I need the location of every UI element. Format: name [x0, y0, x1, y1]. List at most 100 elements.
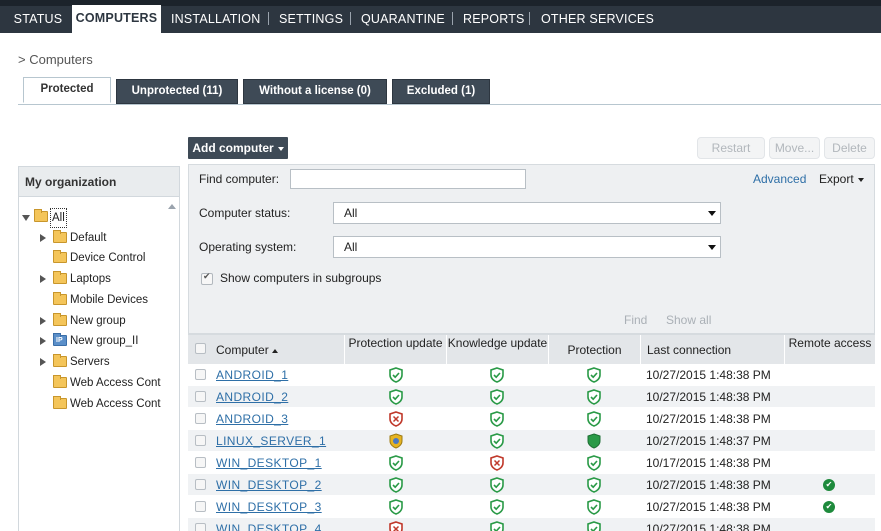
- table-row[interactable]: WIN_DESKTOP_1 10/17/2015 1:48:38 PM: [188, 452, 875, 474]
- tab-excluded[interactable]: Excluded (1): [392, 79, 490, 104]
- tree-item-new-group[interactable]: New group: [19, 312, 165, 330]
- expand-arrow-icon[interactable]: [40, 234, 46, 242]
- row-checkbox[interactable]: [195, 435, 206, 446]
- computer-name-link[interactable]: WIN_DESKTOP_2: [216, 478, 322, 492]
- table-row[interactable]: ANDROID_2 10/27/2015 1:48:38 PM: [188, 386, 875, 408]
- computer-name-link[interactable]: WIN_DESKTOP_4: [216, 522, 322, 531]
- shield-warning-icon: [389, 433, 403, 449]
- column-knowledge-update[interactable]: Knowledge update: [446, 335, 548, 365]
- column-protection-update[interactable]: Protection update: [344, 335, 446, 365]
- tree-item-default[interactable]: Default: [19, 229, 165, 247]
- nav-status[interactable]: STATUS: [4, 6, 72, 33]
- show-all-button[interactable]: Show all: [666, 313, 711, 327]
- row-checkbox[interactable]: [195, 369, 206, 380]
- scroll-up-arrow-icon[interactable]: [168, 204, 176, 209]
- shield-check-icon: [490, 499, 504, 515]
- add-computer-button[interactable]: Add computer: [188, 137, 288, 159]
- find-computer-input[interactable]: [290, 169, 526, 189]
- table-row[interactable]: WIN_DESKTOP_3 10/27/2015 1:48:38 PM ✔: [188, 496, 875, 518]
- nav-installation[interactable]: INSTALLATION: [171, 6, 260, 33]
- nav-separator: [268, 12, 269, 25]
- computer-name-link[interactable]: ANDROID_2: [216, 390, 288, 404]
- shield-check-icon: [490, 477, 504, 493]
- table-row[interactable]: LINUX_SERVER_1 10/27/2015 1:48:37 PM: [188, 430, 875, 452]
- tree-item-device-control[interactable]: Device Control: [19, 249, 165, 267]
- tree-item-mobile-devices[interactable]: Mobile Devices: [19, 291, 165, 309]
- computer-status-value: All: [344, 206, 358, 220]
- expand-arrow-icon[interactable]: [40, 317, 46, 325]
- last-connection-value: 10/27/2015 1:48:37 PM: [646, 434, 771, 448]
- table-row[interactable]: WIN_DESKTOP_4 10/27/2015 1:48:38 PM: [188, 518, 875, 531]
- row-checkbox[interactable]: [195, 523, 206, 531]
- table-row[interactable]: WIN_DESKTOP_2 10/27/2015 1:48:38 PM ✔: [188, 474, 875, 496]
- remote-access-icon[interactable]: ✔: [823, 501, 835, 513]
- column-computer[interactable]: Computer: [212, 335, 344, 365]
- expand-arrow-icon[interactable]: [40, 358, 46, 366]
- nav-reports[interactable]: REPORTS: [463, 6, 525, 33]
- operating-system-select[interactable]: All: [333, 236, 721, 258]
- remote-access-icon[interactable]: ✔: [823, 479, 835, 491]
- column-last-connection[interactable]: Last connection: [640, 335, 784, 365]
- select-all-checkbox[interactable]: [195, 343, 206, 354]
- row-checkbox[interactable]: [195, 391, 206, 402]
- tree-label: Mobile Devices: [70, 294, 148, 306]
- tree-item-new-group-ii[interactable]: IP New group_II: [19, 332, 165, 350]
- computer-name-link[interactable]: LINUX_SERVER_1: [216, 434, 326, 448]
- tree-label: New group_II: [70, 335, 139, 347]
- sort-ascending-icon: [271, 348, 278, 353]
- advanced-link[interactable]: Advanced: [753, 172, 806, 186]
- tree-scrollbar[interactable]: [165, 198, 179, 531]
- tree-item-servers[interactable]: Servers: [19, 353, 165, 371]
- row-checkbox[interactable]: [195, 501, 206, 512]
- export-menu[interactable]: Export: [819, 172, 864, 186]
- computer-status-label: Computer status:: [199, 206, 291, 220]
- move-button[interactable]: Move...: [769, 137, 820, 159]
- nav-separator: [452, 12, 453, 25]
- find-button[interactable]: Find: [624, 313, 647, 327]
- column-protection[interactable]: Protection: [548, 335, 640, 365]
- select-caret-icon: [708, 211, 716, 216]
- shield-check-icon: [587, 477, 601, 493]
- nav-settings[interactable]: SETTINGS: [279, 6, 343, 33]
- tab-without-license[interactable]: Without a license (0): [243, 79, 387, 104]
- organization-title: My organization: [19, 167, 179, 197]
- shield-full-icon: [587, 433, 601, 449]
- shield-check-icon: [389, 477, 403, 493]
- shield-check-icon: [587, 455, 601, 471]
- computer-name-link[interactable]: WIN_DESKTOP_3: [216, 500, 322, 514]
- dropdown-caret-icon: [857, 177, 864, 182]
- last-connection-value: 10/27/2015 1:48:38 PM: [646, 500, 771, 514]
- row-checkbox[interactable]: [195, 479, 206, 490]
- tree-label: Default: [70, 232, 107, 244]
- computer-name-link[interactable]: WIN_DESKTOP_1: [216, 456, 322, 470]
- delete-button[interactable]: Delete: [824, 137, 875, 159]
- row-checkbox[interactable]: [195, 457, 206, 468]
- row-checkbox[interactable]: [195, 413, 206, 424]
- restart-button[interactable]: Restart: [697, 137, 765, 159]
- expand-arrow-icon[interactable]: [40, 337, 46, 345]
- nav-computers[interactable]: COMPUTERS: [72, 5, 161, 33]
- computer-status-select[interactable]: All: [333, 202, 721, 224]
- expand-arrow-icon[interactable]: [40, 275, 46, 283]
- select-caret-icon: [708, 245, 716, 250]
- tree-item-laptops[interactable]: Laptops: [19, 270, 165, 288]
- collapse-arrow-icon[interactable]: [22, 215, 30, 221]
- tree-item-all[interactable]: All: [19, 208, 165, 228]
- nav-quarantine[interactable]: QUARANTINE: [361, 6, 445, 33]
- folder-icon: [53, 375, 67, 388]
- show-subgroups-checkbox[interactable]: [201, 272, 213, 285]
- table-row[interactable]: ANDROID_3 10/27/2015 1:48:38 PM: [188, 408, 875, 430]
- shield-error-icon: [389, 411, 403, 427]
- tab-protected[interactable]: Protected: [23, 77, 111, 103]
- column-remote-access[interactable]: Remote access: [784, 335, 875, 365]
- export-label: Export: [819, 172, 854, 186]
- tabs-divider: [18, 104, 881, 105]
- tree-item-web-access-control-1[interactable]: Web Access Cont: [19, 374, 165, 392]
- tree-item-web-access-control-2[interactable]: Web Access Cont: [19, 395, 165, 413]
- computer-name-link[interactable]: ANDROID_3: [216, 412, 288, 426]
- nav-other-services[interactable]: OTHER SERVICES: [541, 6, 654, 33]
- table-row[interactable]: ANDROID_1 10/27/2015 1:48:38 PM: [188, 364, 875, 386]
- tab-unprotected[interactable]: Unprotected (11): [116, 79, 238, 104]
- shield-check-icon: [389, 455, 403, 471]
- computer-name-link[interactable]: ANDROID_1: [216, 368, 288, 382]
